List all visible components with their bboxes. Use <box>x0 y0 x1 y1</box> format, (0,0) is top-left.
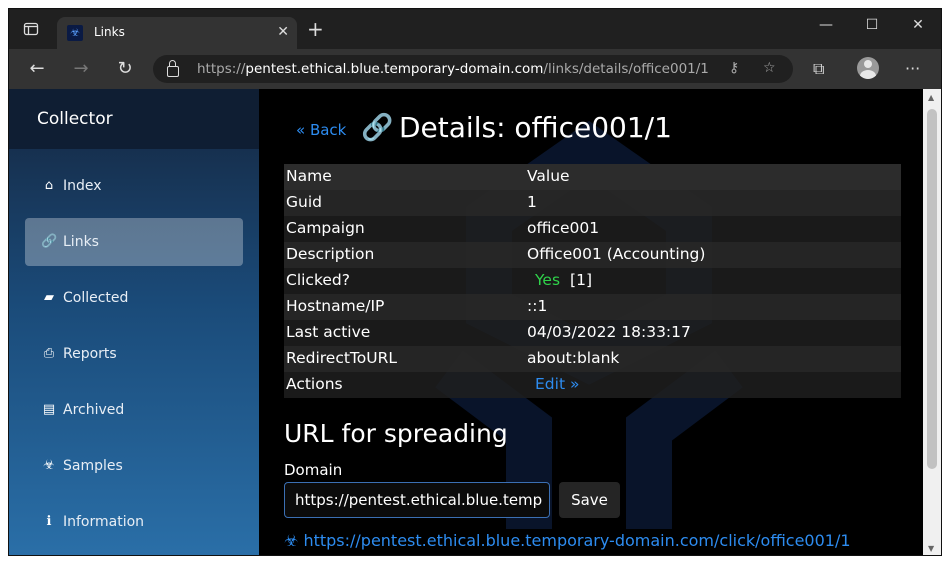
section-title-spreading: URL for spreading <box>284 419 508 448</box>
domain-input[interactable]: https://pentest.ethical.blue.temp <box>284 482 550 518</box>
sidebar-item-label: Reports <box>63 346 117 362</box>
spreading-url-link[interactable]: ☣ https://pentest.ethical.blue.temporary… <box>284 531 851 550</box>
new-tab-icon[interactable]: + <box>307 19 324 39</box>
sidebar-item-label: Index <box>63 178 102 194</box>
brand-title[interactable]: Collector <box>37 109 113 129</box>
table-row-last-active: Last active 04/03/2022 18:33:17 <box>284 320 901 346</box>
edit-link[interactable]: Edit » <box>535 375 579 393</box>
row-value: ::1 <box>527 297 548 315</box>
close-tab-icon[interactable]: ✕ <box>277 24 289 40</box>
sidebar-item-archived[interactable]: ▤ Archived <box>25 386 243 434</box>
row-label: Description <box>286 245 375 263</box>
sidebar-item-label: Information <box>63 514 145 530</box>
print-icon: ⎙ <box>43 346 55 361</box>
close-window-icon[interactable]: ✕ <box>895 17 941 33</box>
info-icon: ℹ <box>46 514 52 529</box>
table-row-guid: Guid 1 <box>284 190 901 216</box>
row-value: 1 <box>527 193 537 211</box>
tab-actions-icon[interactable] <box>23 21 39 37</box>
sidebar-item-reports[interactable]: ⎙ Reports <box>25 330 243 378</box>
sidebar-item-collected[interactable]: ▰ Collected <box>25 274 243 322</box>
table-row-clicked: Clicked? Yes [1] <box>284 268 901 294</box>
sidebar-item-label: Collected <box>63 290 129 306</box>
sidebar-item-label: Archived <box>63 402 125 418</box>
scrollbar-thumb[interactable] <box>927 109 937 469</box>
row-label: Campaign <box>286 219 365 237</box>
row-value: Edit » <box>527 375 579 393</box>
link-icon: 🔗 <box>41 234 58 249</box>
sidebar-item-label: Samples <box>63 458 123 474</box>
sidebar-item-index[interactable]: ⌂ Index <box>25 162 243 210</box>
scroll-down-icon[interactable]: ▼ <box>928 544 934 553</box>
table-row-redirect: RedirectToURL about:blank <box>284 346 901 372</box>
link-icon: 🔗 <box>361 113 394 143</box>
address-bar[interactable]: https://pentest.ethical.blue.temporary-d… <box>153 55 793 83</box>
biohazard-icon: ☣ <box>43 458 55 473</box>
page-scrollbar[interactable]: ▲ ▼ <box>923 89 941 555</box>
url-text[interactable]: https://pentest.ethical.blue.temporary-d… <box>197 61 709 77</box>
table-row-actions: Actions Edit » <box>284 372 901 398</box>
row-value: Yes [1] <box>527 271 592 289</box>
home-icon: ⌂ <box>44 178 54 193</box>
table-header-row: Name Value <box>284 164 901 190</box>
clicked-count: [1] <box>570 271 592 289</box>
table-row-hostname: Hostname/IP ::1 <box>284 294 901 320</box>
brand-bar: Collector <box>9 89 259 149</box>
table-row-description: Description Office001 (Accounting) <box>284 242 901 268</box>
row-value: office001 <box>527 219 600 237</box>
row-value: Office001 (Accounting) <box>527 245 706 263</box>
scroll-up-icon[interactable]: ▲ <box>928 93 934 102</box>
folder-icon: ▰ <box>44 290 54 305</box>
sidebar-item-information[interactable]: ℹ Information <box>25 498 243 546</box>
tab-links[interactable]: ☣ Links ✕ <box>57 17 297 49</box>
details-table: Name Value Guid 1 Campaign office001 Des… <box>284 164 901 398</box>
biohazard-icon: ☣ <box>284 531 304 550</box>
save-button[interactable]: Save <box>559 482 620 518</box>
row-label: Clicked? <box>286 271 350 289</box>
row-label: Actions <box>286 375 343 393</box>
browser-window: ☣ Links ✕ + — ☐ ✕ ← → ↻ https://pentest.… <box>8 8 942 556</box>
back-arrow-icon[interactable]: ← <box>25 58 49 79</box>
biohazard-favicon-icon: ☣ <box>67 25 83 41</box>
page-viewport: Collector ⌂ Index 🔗 Links ▰ Collected ⎙ … <box>9 89 925 555</box>
minimize-icon[interactable]: — <box>803 17 849 33</box>
row-label: RedirectToURL <box>286 349 397 367</box>
tab-title: Links <box>94 25 125 39</box>
row-value: about:blank <box>527 349 620 367</box>
row-label: Guid <box>286 193 322 211</box>
key-icon[interactable]: ⚷ <box>729 60 739 76</box>
row-label: Last active <box>286 323 371 341</box>
collections-icon[interactable]: ⧉ <box>813 59 824 79</box>
more-options-icon[interactable]: ··· <box>905 59 920 78</box>
column-header-name: Name <box>286 167 332 185</box>
back-link[interactable]: « Back <box>296 121 346 139</box>
profile-avatar[interactable] <box>857 57 879 79</box>
add-favorite-icon[interactable]: ☆ <box>763 60 776 76</box>
tab-strip: ☣ Links ✕ + — ☐ ✕ <box>9 9 941 49</box>
row-value: 04/03/2022 18:33:17 <box>527 323 691 341</box>
lock-icon[interactable] <box>167 60 179 77</box>
spreading-url-text: https://pentest.ethical.blue.temporary-d… <box>303 531 851 550</box>
table-row-campaign: Campaign office001 <box>284 216 901 242</box>
forward-arrow-icon[interactable]: → <box>69 58 93 79</box>
sidebar: Collector ⌂ Index 🔗 Links ▰ Collected ⎙ … <box>9 89 259 555</box>
maximize-icon[interactable]: ☐ <box>849 17 895 33</box>
sidebar-item-links[interactable]: 🔗 Links <box>25 218 243 266</box>
clicked-yes-badge: Yes <box>535 271 561 289</box>
browser-toolbar: ← → ↻ https://pentest.ethical.blue.tempo… <box>9 49 941 89</box>
archive-icon: ▤ <box>42 402 56 417</box>
page-title: Details: office001/1 <box>399 111 672 144</box>
row-label: Hostname/IP <box>286 297 385 315</box>
refresh-icon[interactable]: ↻ <box>113 58 137 79</box>
sidebar-item-samples[interactable]: ☣ Samples <box>25 442 243 490</box>
domain-label: Domain <box>284 461 343 479</box>
column-header-value: Value <box>527 167 570 185</box>
sidebar-item-label: Links <box>63 234 99 250</box>
